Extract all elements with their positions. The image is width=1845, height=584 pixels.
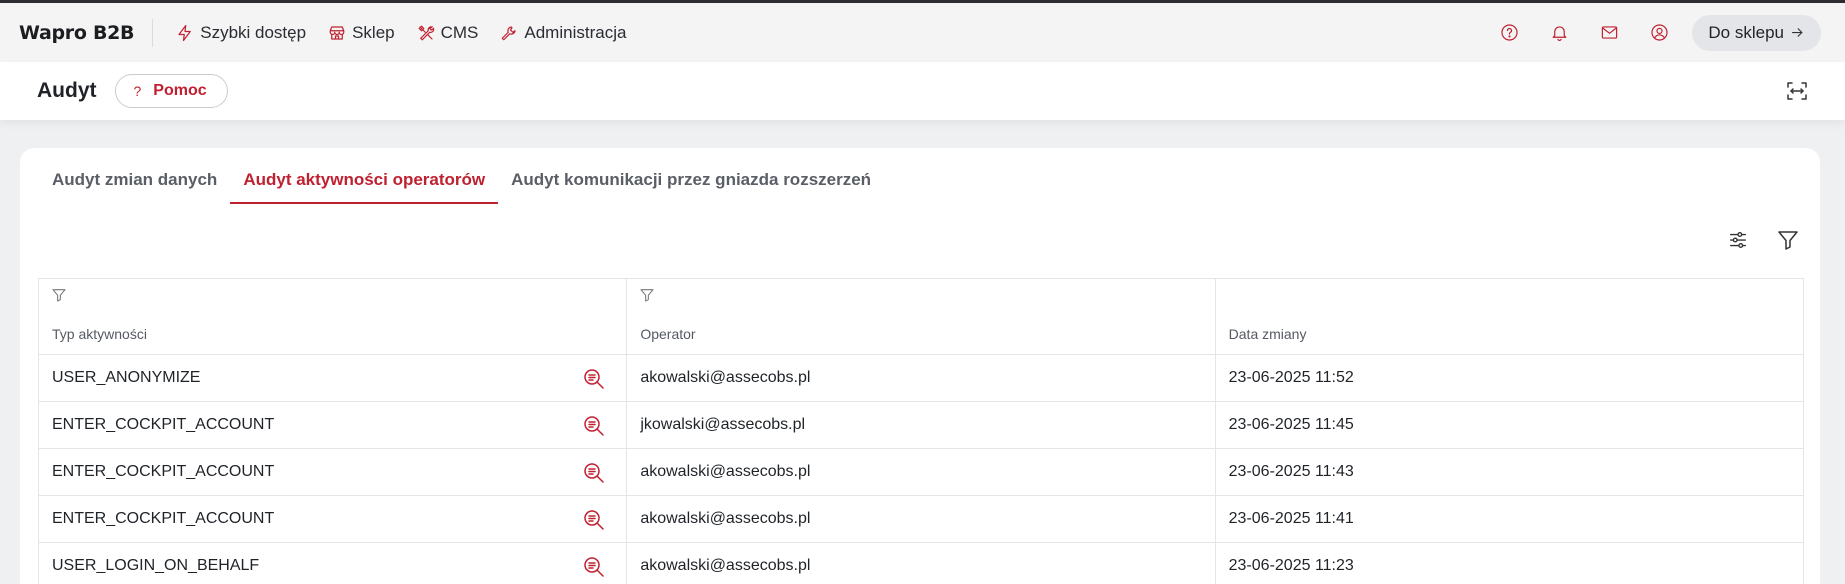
mail-icon [1601,26,1618,39]
nav-item-cms[interactable]: CMS [406,15,490,51]
help-button[interactable] [1484,15,1534,51]
activity-type-value: ENTER_COCKPIT_ACCOUNT [52,463,275,480]
cell-operator: akowalski@assecobs.pl [626,449,1214,495]
cell-change-date: 23-06-2025 11:52 [1214,355,1803,401]
nav-item-label: Szybki dostęp [200,22,307,42]
cell-change-date: 23-06-2025 11:23 [1214,543,1803,584]
user-icon [1651,24,1668,41]
audit-tabs: Audyt zmian danych Audyt aktywności oper… [20,148,884,204]
user-account-button[interactable] [1634,15,1684,51]
go-to-shop-button[interactable]: Do sklepu [1692,14,1821,51]
activity-audit-table: Typ aktywności Operator Data zmiany USER… [38,278,1804,584]
column-filter-icon[interactable] [51,287,67,303]
cell-operator: akowalski@assecobs.pl [626,355,1214,401]
cell-activity-type: USER_LOGIN_ON_BEHALF [39,543,626,584]
column-header-change-date: Data zmiany [1214,279,1803,354]
wrench-icon [502,25,516,40]
nav-item-shop[interactable]: Sklep [317,15,406,51]
column-header-activity-type: Typ aktywności [39,279,626,354]
brand-logo[interactable]: Wapro B2B [19,22,135,44]
table-row[interactable]: ENTER_COCKPIT_ACCOUNT akowalski@assecobs… [39,449,1803,496]
tab-extension-socket-audit[interactable]: Audyt komunikacji przez gniazda rozszerz… [498,148,884,204]
tools-icon [418,24,434,41]
activity-type-value: ENTER_COCKPIT_ACCOUNT [52,510,275,527]
nav-item-label: Administracja [524,22,627,42]
cell-change-date: 23-06-2025 11:41 [1214,496,1803,542]
details-zoom-icon[interactable] [582,461,606,485]
brand-divider [152,18,154,47]
table-row[interactable]: ENTER_COCKPIT_ACCOUNT jkowalski@assecobs… [39,402,1803,449]
tab-data-changes-audit[interactable]: Audyt zmian danych [39,148,230,204]
column-label[interactable]: Operator [640,326,695,342]
expand-width-icon [1787,82,1807,100]
table-row[interactable]: ENTER_COCKPIT_ACCOUNT akowalski@assecobs… [39,496,1803,543]
help-pill-button[interactable]: ? Pomoc [114,74,228,108]
filter-button[interactable] [1771,223,1805,257]
tab-operator-activity-audit[interactable]: Audyt aktywności operatorów [230,148,498,204]
notifications-button[interactable] [1534,15,1584,51]
cell-operator: jkowalski@assecobs.pl [626,402,1214,448]
table-row[interactable]: USER_LOGIN_ON_BEHALF akowalski@assecobs.… [39,543,1803,584]
nav-item-quick-access[interactable]: Szybki dostęp [165,15,317,51]
column-label[interactable]: Data zmiany [1229,326,1307,342]
column-settings-button[interactable] [1721,223,1755,257]
cell-change-date: 23-06-2025 11:43 [1214,449,1803,495]
cell-activity-type: USER_ANONYMIZE [39,355,626,401]
cell-change-date: 23-06-2025 11:45 [1214,402,1803,448]
activity-type-value: USER_LOGIN_ON_BEHALF [52,557,260,574]
page-header: Audyt ? Pomoc [0,62,1845,120]
bell-icon [1552,26,1567,41]
filter-icon [1778,231,1798,250]
activity-type-value: ENTER_COCKPIT_ACCOUNT [52,416,275,433]
arrow-right-icon [1791,28,1803,37]
table-header: Typ aktywności Operator Data zmiany [39,279,1803,355]
help-label: Pomoc [153,82,207,99]
details-zoom-icon[interactable] [582,508,606,532]
activity-type-value: USER_ANONYMIZE [52,369,201,386]
cell-activity-type: ENTER_COCKPIT_ACCOUNT [39,402,626,448]
page-title: Audyt [37,79,97,102]
help-circle-icon [1501,24,1518,41]
audit-card: Audyt zmian danych Audyt aktywności oper… [20,148,1820,584]
nav-item-administration[interactable]: Administracja [489,15,637,51]
cell-activity-type: ENTER_COCKPIT_ACCOUNT [39,496,626,542]
cell-operator: akowalski@assecobs.pl [626,496,1214,542]
question-mark-icon: ? [133,83,142,99]
store-icon [329,25,345,40]
go-to-shop-label: Do sklepu [1708,22,1784,42]
details-zoom-icon[interactable] [582,367,606,391]
details-zoom-icon[interactable] [582,555,606,579]
nav-item-label: CMS [440,22,479,42]
column-filter-icon[interactable] [639,287,655,303]
top-navbar: Wapro B2B Szybki dostęp Sklep CMS Admini… [0,3,1845,62]
details-zoom-icon[interactable] [582,414,606,438]
messages-button[interactable] [1584,15,1634,51]
cell-activity-type: ENTER_COCKPIT_ACCOUNT [39,449,626,495]
fullscreen-button[interactable] [1783,77,1811,105]
nav-item-label: Sklep [352,22,395,42]
cell-operator: akowalski@assecobs.pl [626,543,1214,584]
column-label[interactable]: Typ aktywności [52,326,147,342]
table-toolbar [1721,223,1805,257]
top-right-actions: Do sklepu [1484,14,1821,51]
column-header-operator: Operator [626,279,1214,354]
settings-sliders-icon [1729,231,1747,249]
table-row[interactable]: USER_ANONYMIZE akowalski@assecobs.pl 23-… [39,355,1803,402]
lightning-icon [178,24,192,41]
